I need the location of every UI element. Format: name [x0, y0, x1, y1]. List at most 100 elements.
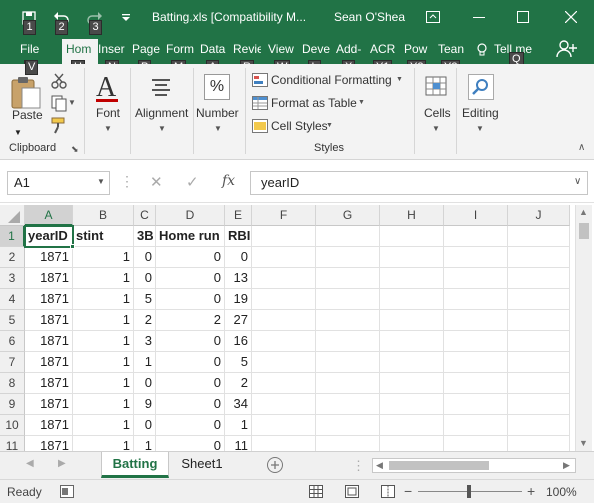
tab-developer[interactable]: Deve [302, 42, 330, 56]
cell-a9[interactable]: 1871 [25, 394, 73, 415]
cell-styles-icon[interactable] [252, 119, 268, 133]
cell-f4[interactable] [252, 289, 316, 310]
cell-f10[interactable] [252, 415, 316, 436]
tab-data[interactable]: Data [200, 42, 228, 56]
conditional-formatting-icon[interactable] [252, 73, 268, 87]
cell-c5[interactable]: 2 [134, 310, 156, 331]
editing-dropdown-icon[interactable]: ▼ [476, 124, 484, 133]
new-sheet-icon[interactable] [266, 456, 284, 474]
cell-e5[interactable]: 27 [225, 310, 252, 331]
tab-acrobat[interactable]: ACR [370, 42, 398, 56]
column-header-d[interactable]: D [156, 205, 225, 226]
row-header-6[interactable]: 6 [0, 331, 25, 352]
row-header-10[interactable]: 10 [0, 415, 25, 436]
tab-split-grip-icon[interactable]: ⋮ [352, 458, 365, 474]
row-header-9[interactable]: 9 [0, 394, 25, 415]
cell-a11[interactable]: 1871 [25, 436, 73, 451]
cell-d9[interactable]: 0 [156, 394, 225, 415]
cell-j4[interactable] [508, 289, 570, 310]
cell-c10[interactable]: 0 [134, 415, 156, 436]
column-header-a[interactable]: A [25, 205, 73, 226]
cell-b5[interactable]: 1 [73, 310, 134, 331]
cell-e6[interactable]: 16 [225, 331, 252, 352]
cell-e10[interactable]: 1 [225, 415, 252, 436]
cells-icon[interactable] [425, 74, 447, 98]
cells-dropdown-icon[interactable]: ▼ [432, 124, 440, 133]
cell-i8[interactable] [444, 373, 508, 394]
row-header-2[interactable]: 2 [0, 247, 25, 268]
horizontal-scrollbar[interactable]: ◀ ▶ [372, 458, 576, 473]
cell-d3[interactable]: 0 [156, 268, 225, 289]
insert-function-icon[interactable]: fx [222, 173, 235, 189]
row-header-5[interactable]: 5 [0, 310, 25, 331]
cell-j6[interactable] [508, 331, 570, 352]
cell-b8[interactable]: 1 [73, 373, 134, 394]
cell-d10[interactable]: 0 [156, 415, 225, 436]
cell-a8[interactable]: 1871 [25, 373, 73, 394]
cell-j10[interactable] [508, 415, 570, 436]
cell-f1[interactable] [252, 226, 316, 247]
percent-icon[interactable]: % [204, 74, 230, 100]
cell-d6[interactable]: 0 [156, 331, 225, 352]
cell-g2[interactable] [316, 247, 380, 268]
alignment-dropdown-icon[interactable]: ▼ [158, 124, 166, 133]
cell-h8[interactable] [380, 373, 444, 394]
row-header-4[interactable]: 4 [0, 289, 25, 310]
row-header-7[interactable]: 7 [0, 352, 25, 373]
row-header-3[interactable]: 3 [0, 268, 25, 289]
tab-file[interactable]: File [20, 42, 39, 56]
cell-e9[interactable]: 34 [225, 394, 252, 415]
format-painter-icon[interactable] [50, 116, 68, 134]
font-dropdown-icon[interactable]: ▼ [104, 124, 112, 133]
cell-j5[interactable] [508, 310, 570, 331]
cell-f11[interactable] [252, 436, 316, 451]
cell-d2[interactable]: 0 [156, 247, 225, 268]
tab-view[interactable]: View [268, 42, 296, 56]
cell-f3[interactable] [252, 268, 316, 289]
cell-h5[interactable] [380, 310, 444, 331]
alignment-icon[interactable] [150, 76, 172, 98]
close-icon[interactable] [556, 4, 586, 30]
zoom-level[interactable]: 100% [546, 485, 577, 499]
cell-a10[interactable]: 1871 [25, 415, 73, 436]
scroll-up-icon[interactable]: ▲ [579, 207, 588, 217]
cell-b4[interactable]: 1 [73, 289, 134, 310]
cell-h7[interactable] [380, 352, 444, 373]
editing-label[interactable]: Editing [462, 106, 499, 120]
cell-i1[interactable] [444, 226, 508, 247]
column-header-b[interactable]: B [73, 205, 134, 226]
column-header-i[interactable]: I [444, 205, 508, 226]
cell-c7[interactable]: 1 [134, 352, 156, 373]
column-header-h[interactable]: H [380, 205, 444, 226]
cell-h3[interactable] [380, 268, 444, 289]
cell-g8[interactable] [316, 373, 380, 394]
expand-formula-bar-icon[interactable]: ∨ [574, 176, 581, 187]
cell-e1[interactable]: RBI [225, 226, 252, 247]
cell-j11[interactable] [508, 436, 570, 451]
prev-sheet-icon[interactable]: ◀ [26, 458, 34, 469]
font-label[interactable]: Font [96, 106, 120, 120]
horizontal-scroll-thumb[interactable] [389, 461, 489, 470]
cell-c9[interactable]: 9 [134, 394, 156, 415]
cell-g3[interactable] [316, 268, 380, 289]
name-box[interactable]: A1 [7, 171, 110, 195]
conditional-formatting-dropdown-icon[interactable]: ▼ [396, 76, 403, 83]
cell-i11[interactable] [444, 436, 508, 451]
cell-j8[interactable] [508, 373, 570, 394]
cell-i9[interactable] [444, 394, 508, 415]
cell-h1[interactable] [380, 226, 444, 247]
tab-power-pivot[interactable]: Pow [404, 42, 432, 56]
maximize-icon[interactable] [508, 4, 538, 30]
cell-j1[interactable] [508, 226, 570, 247]
enter-icon[interactable]: ✓ [186, 173, 199, 191]
cell-g5[interactable] [316, 310, 380, 331]
tab-insert[interactable]: Inser [98, 42, 128, 56]
cell-h2[interactable] [380, 247, 444, 268]
cell-e2[interactable]: 0 [225, 247, 252, 268]
cut-icon[interactable] [50, 72, 68, 90]
cell-g7[interactable] [316, 352, 380, 373]
cell-g1[interactable] [316, 226, 380, 247]
cell-c11[interactable]: 1 [134, 436, 156, 451]
cell-b7[interactable]: 1 [73, 352, 134, 373]
cell-i5[interactable] [444, 310, 508, 331]
